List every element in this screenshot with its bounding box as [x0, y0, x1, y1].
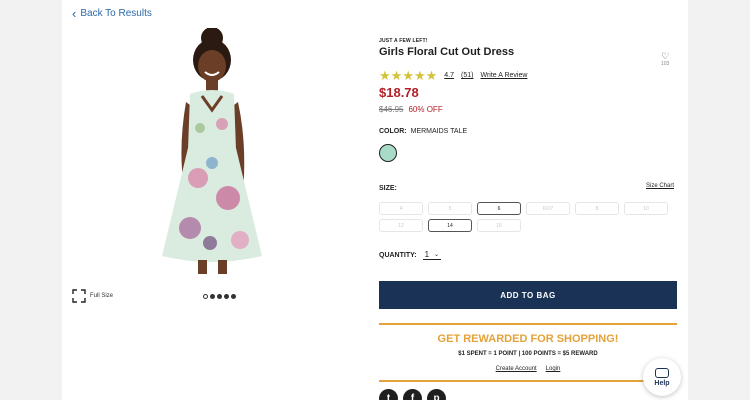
- gallery-dot[interactable]: [203, 294, 208, 299]
- star-rating: ★ ★ ★ ★ ★: [379, 69, 437, 82]
- color-label: COLOR:: [379, 128, 407, 135]
- help-button[interactable]: Help: [643, 358, 681, 396]
- gallery-pagination[interactable]: [203, 294, 236, 299]
- facebook-icon[interactable]: f: [403, 389, 422, 400]
- star-icon: ★: [413, 68, 426, 83]
- size-option[interactable]: 8: [575, 202, 619, 215]
- size-option[interactable]: 4: [379, 202, 423, 215]
- quantity-select[interactable]: 1 ⌄: [422, 250, 442, 260]
- heart-icon: ♡: [661, 51, 670, 61]
- color-name: MERMAIDS TALE: [410, 128, 468, 135]
- rewards-title: GET REWARDED FOR SHOPPING!: [437, 333, 619, 345]
- price-details: $46.95 60% OFF: [379, 105, 443, 114]
- color-swatch-mermaids-tale[interactable]: [379, 144, 397, 162]
- full-size-button[interactable]: Full Size: [72, 289, 113, 303]
- rating-row: ★ ★ ★ ★ ★ 4.7 (51) Write A Review: [379, 69, 527, 82]
- size-option[interactable]: 12: [379, 219, 423, 232]
- original-price: $46.95: [379, 105, 404, 114]
- stock-badge: JUST A FEW LEFT!: [379, 38, 428, 44]
- rewards-divider-bottom: [379, 380, 677, 382]
- quantity-label: QUANTITY:: [379, 251, 417, 259]
- quantity-value: 1: [424, 250, 430, 259]
- size-option[interactable]: 6X/7: [526, 202, 570, 215]
- size-options: 4 5 6 6X/7 8 10 12 14 16: [379, 202, 671, 232]
- product-title: Girls Floral Cut Out Dress: [379, 46, 515, 58]
- discount-label: 60% OFF: [408, 105, 443, 114]
- gallery-dot[interactable]: [231, 294, 236, 299]
- rewards-subtitle: $1 SPENT = 1 POINT | 100 POINTS = $5 REW…: [458, 351, 598, 357]
- rewards-divider-top: [379, 323, 677, 325]
- favorite-button[interactable]: ♡ 103: [661, 51, 670, 68]
- create-account-link[interactable]: Create Account: [496, 366, 537, 372]
- full-size-label: Full Size: [90, 293, 114, 299]
- favorite-count: 103: [661, 61, 670, 67]
- size-label: SIZE:: [379, 185, 397, 192]
- star-icon: ★: [379, 68, 391, 83]
- back-to-results-link[interactable]: ‹ Back To Results: [72, 7, 152, 20]
- size-option[interactable]: 14: [428, 219, 472, 232]
- pinterest-icon[interactable]: p: [427, 389, 446, 400]
- quantity-row: QUANTITY: 1 ⌄: [379, 250, 442, 260]
- chevron-left-icon: ‹: [72, 6, 77, 21]
- star-icon: ★: [390, 68, 403, 83]
- chat-bubble-icon: [655, 367, 669, 378]
- right-gutter: [688, 0, 750, 400]
- gallery-dot[interactable]: [210, 294, 215, 299]
- star-icon: ★: [425, 68, 438, 83]
- product-image[interactable]: [150, 28, 275, 278]
- size-option[interactable]: 5: [428, 202, 472, 215]
- gallery-dot[interactable]: [217, 294, 222, 299]
- size-option[interactable]: 6: [477, 202, 521, 215]
- help-label: Help: [654, 379, 670, 387]
- left-gutter: [0, 0, 62, 400]
- gallery-dot[interactable]: [224, 294, 229, 299]
- back-link-label: Back To Results: [80, 8, 152, 19]
- write-review-link[interactable]: Write A Review: [480, 72, 527, 79]
- review-count[interactable]: (51): [461, 72, 473, 79]
- size-chart-link[interactable]: Size Chart: [646, 183, 674, 189]
- color-row: COLOR: MERMAIDS TALE: [379, 128, 467, 135]
- twitter-icon[interactable]: t: [379, 389, 398, 400]
- rewards-links: Create Account Login: [379, 366, 677, 372]
- size-option[interactable]: 16: [477, 219, 521, 232]
- star-icon: ★: [402, 68, 414, 83]
- size-option[interactable]: 10: [624, 202, 668, 215]
- sale-price: $18.78: [379, 85, 419, 100]
- expand-icon: [72, 289, 86, 303]
- social-share: t f p: [379, 389, 446, 400]
- add-to-bag-button[interactable]: ADD TO BAG: [379, 281, 677, 309]
- login-link[interactable]: Login: [546, 366, 561, 372]
- rating-value[interactable]: 4.7: [444, 72, 454, 79]
- chevron-down-icon: ⌄: [434, 252, 440, 258]
